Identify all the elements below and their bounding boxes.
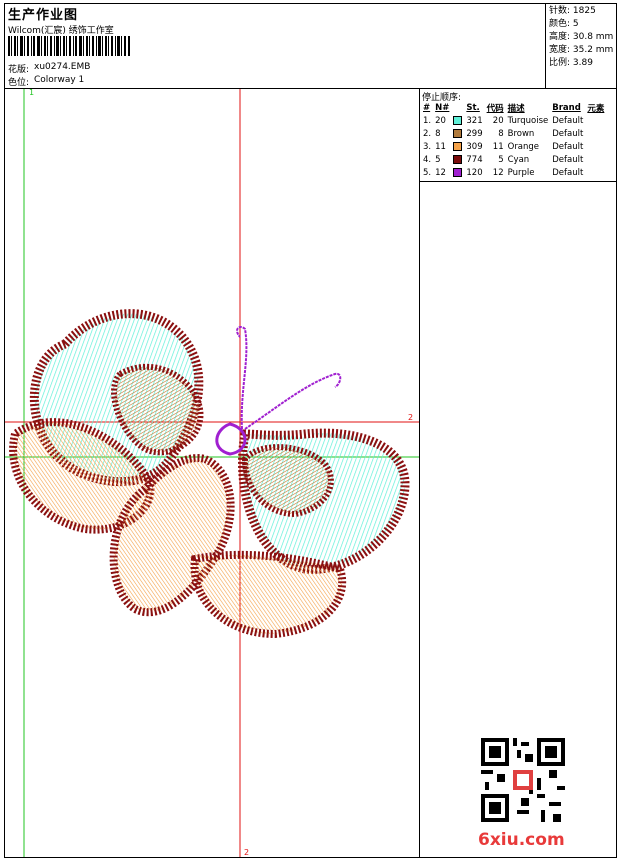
color-count: 颜色: 5: [549, 19, 579, 29]
butterfly-embroidery: [9, 309, 410, 639]
axis-label-bottom-red: 2: [244, 848, 250, 857]
stop-stitches: 120: [466, 167, 483, 178]
design-canvas: [5, 89, 419, 857]
col-index: #: [423, 102, 431, 113]
stop-swatch: [451, 114, 464, 127]
stop-index: 4.: [423, 154, 432, 165]
stop-row: 4. 5 774 5 Cyan Default: [421, 153, 606, 166]
color-swatch: [453, 167, 463, 177]
stop-row: 1. 20 321 20 Turquoise Default: [421, 114, 606, 127]
stop-sequence-table: # N# St. 代码 描述 Brand 元素 1. 20 321 20 Turquoi…: [421, 101, 606, 179]
stop-needle: 5: [435, 154, 441, 165]
stop-code: 8: [498, 128, 504, 139]
design-height: 高度: 30.8 mm: [549, 32, 614, 42]
stop-brand: Default: [552, 154, 584, 165]
stop-element: [585, 166, 606, 179]
stops-bottom-line: [419, 181, 617, 182]
stop-index: 2.: [423, 128, 432, 139]
col-description: 描述: [507, 103, 525, 114]
color-swatch: [453, 128, 463, 138]
watermark-site: 6xiu.com: [478, 830, 565, 850]
stop-element: [585, 140, 606, 153]
stop-description: Brown: [507, 128, 535, 139]
stop-stitches: 774: [466, 154, 483, 165]
company-name: Wilcom(汇宸) 绣饰工作室: [8, 26, 114, 36]
spec-panel: 针数: 1825 颜色: 5 高度: 30.8 mm 宽度: 35.2 mm 比…: [549, 5, 613, 70]
axis-label-top-green: 1: [29, 88, 35, 97]
col-stitches: St.: [466, 102, 480, 113]
col-swatch: [451, 101, 464, 114]
specs-divider: [545, 3, 546, 89]
stop-needle: 8: [435, 128, 441, 139]
stop-row: 5. 12 120 12 Purple Default: [421, 166, 606, 179]
stop-description: Turquoise: [507, 115, 549, 126]
stop-table-header: # N# St. 代码 描述 Brand 元素: [421, 101, 606, 114]
colorway-label: 色位:: [8, 78, 30, 88]
col-code: 代码: [486, 103, 504, 114]
colorway-value: Colorway 1: [34, 75, 85, 85]
canvas-divider: [419, 88, 420, 858]
stop-index: 5.: [423, 167, 432, 178]
stop-description: Purple: [507, 167, 535, 178]
stop-description: Orange: [507, 141, 540, 152]
stop-code: 12: [492, 167, 504, 178]
design-value: xu0274.EMB: [34, 62, 91, 72]
stop-stitches: 321: [466, 115, 483, 126]
stop-brand: Default: [552, 167, 584, 178]
stop-element: [585, 127, 606, 140]
stop-code: 5: [498, 154, 504, 165]
wing-lower-right: [190, 550, 347, 639]
stop-stitches: 299: [466, 128, 483, 139]
stop-swatch: [451, 127, 464, 140]
stop-needle: 11: [435, 141, 446, 152]
color-swatch: [453, 141, 463, 151]
qr-code-icon: [481, 738, 565, 822]
color-swatch: [453, 115, 463, 125]
stop-stitches: 309: [466, 141, 483, 152]
antenna-right: [244, 372, 342, 430]
stop-description: Cyan: [507, 154, 530, 165]
stop-row: 3. 11 309 11 Orange Default: [421, 140, 606, 153]
design-label: 花版:: [8, 65, 30, 75]
stop-needle: 20: [435, 115, 446, 126]
stop-needle: 12: [435, 167, 446, 178]
antenna-left: [236, 326, 248, 430]
barcode: [8, 36, 130, 56]
design-ratio: 比例: 3.89: [549, 58, 593, 68]
stitch-count: 针数: 1825: [549, 6, 596, 16]
stop-element: [585, 153, 606, 166]
col-needle: N#: [435, 102, 450, 113]
stop-swatch: [451, 153, 464, 166]
design-width: 宽度: 35.2 mm: [549, 45, 614, 55]
stop-brand: Default: [552, 115, 584, 126]
stop-swatch: [451, 166, 464, 179]
stop-swatch: [451, 140, 464, 153]
stop-row: 2. 8 299 8 Brown Default: [421, 127, 606, 140]
page-title: 生产作业图: [8, 8, 79, 23]
stop-index: 1.: [423, 115, 432, 126]
stop-code: 11: [492, 141, 504, 152]
col-element: 元素: [587, 103, 605, 114]
stop-index: 3.: [423, 141, 432, 152]
axis-label-right-red: 2: [408, 413, 414, 422]
stop-element: [585, 114, 606, 127]
stop-code: 20: [492, 115, 504, 126]
stop-brand: Default: [552, 128, 584, 139]
col-brand: Brand: [552, 102, 581, 113]
color-swatch: [453, 154, 463, 164]
stop-brand: Default: [552, 141, 584, 152]
